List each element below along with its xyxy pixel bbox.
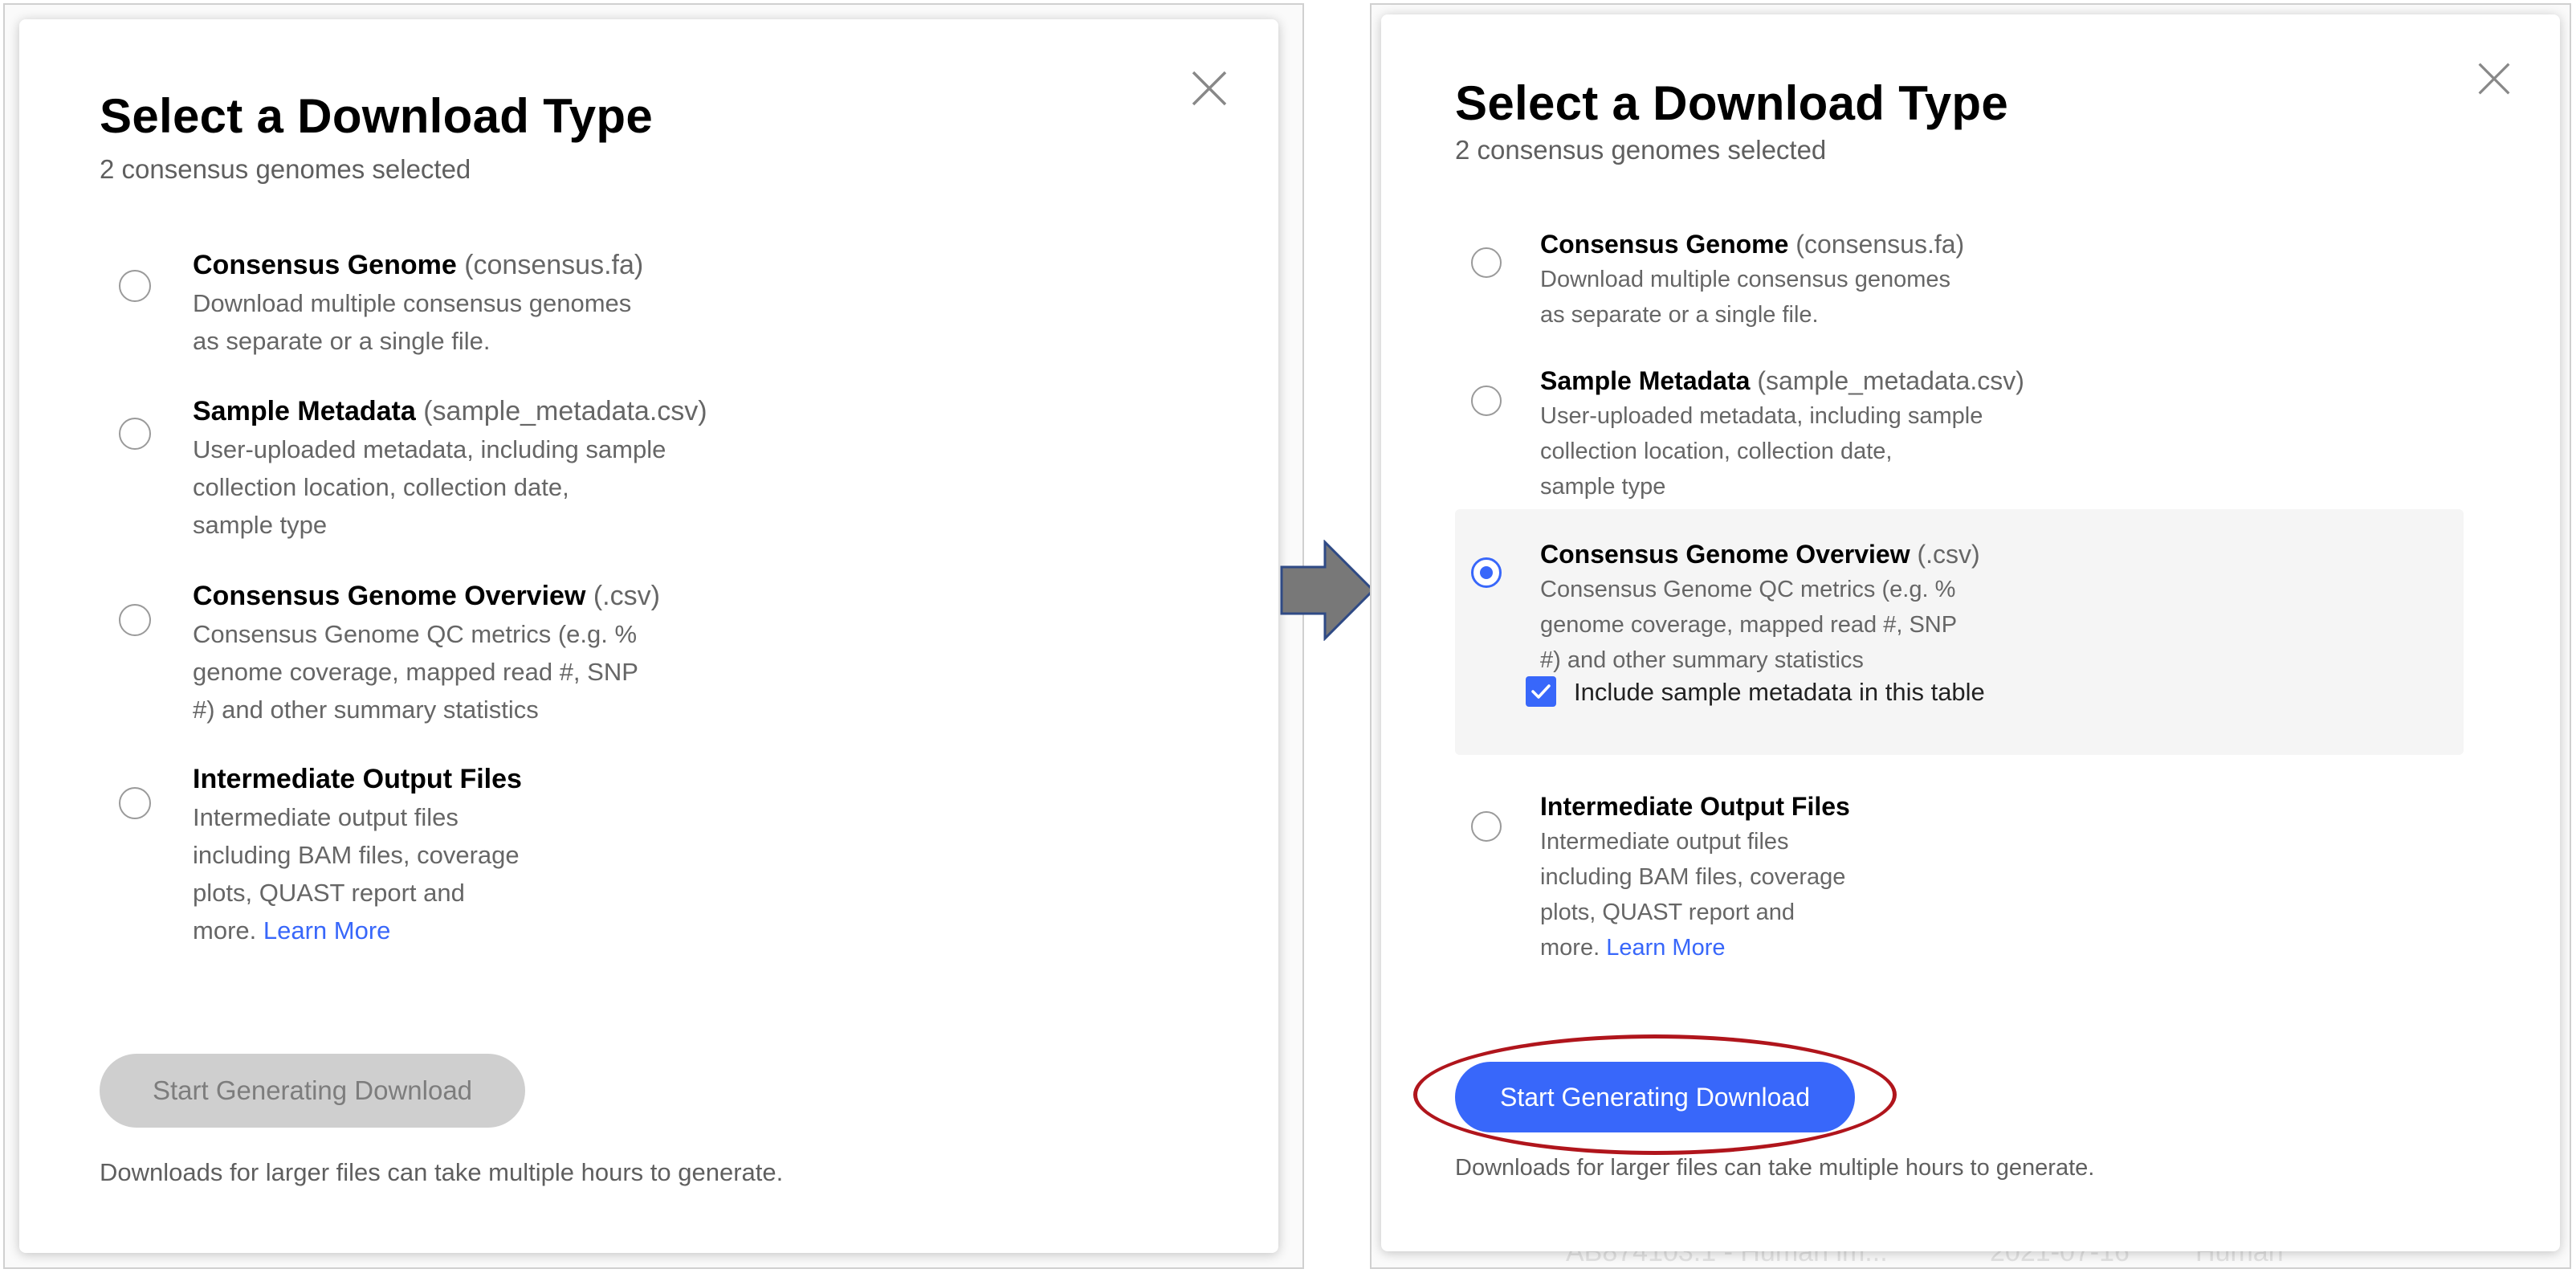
radio-button-selected[interactable] bbox=[1471, 557, 1502, 588]
option-description: User-uploaded metadata, including sample… bbox=[1540, 403, 1983, 464]
option-description: sample type bbox=[193, 511, 328, 539]
option-title: Consensus Genome Overview (.csv) bbox=[1540, 540, 1980, 569]
close-icon[interactable] bbox=[2476, 61, 2512, 96]
option-description: more. Learn More bbox=[1540, 935, 1726, 961]
option-title: Intermediate Output Files bbox=[1540, 792, 1850, 821]
start-generating-download-button[interactable]: Start Generating Download bbox=[100, 1054, 525, 1128]
option-text: Consensus Genome (consensus.fa) Download… bbox=[1540, 226, 1964, 333]
option-text: Intermediate Output Files Intermediate o… bbox=[1540, 789, 1850, 965]
radio-button[interactable] bbox=[119, 787, 151, 819]
learn-more-link[interactable]: Learn More bbox=[1606, 935, 1725, 961]
option-text: Consensus Genome Overview (.csv) Consens… bbox=[1540, 537, 1980, 678]
option-description: sample type bbox=[1540, 474, 1666, 500]
radio-button[interactable] bbox=[1471, 247, 1502, 278]
download-time-note: Downloads for larger files can take mult… bbox=[1455, 1155, 2095, 1181]
option-title: Sample Metadata (sample_metadata.csv) bbox=[1540, 366, 2024, 395]
include-metadata-checkbox[interactable] bbox=[1526, 676, 1556, 707]
modal-subtitle: 2 consensus genomes selected bbox=[100, 154, 471, 184]
modal-subtitle: 2 consensus genomes selected bbox=[1455, 135, 1827, 165]
option-description: #) and other summary statistics bbox=[1540, 647, 1864, 673]
option-text: Intermediate Output Files Intermediate o… bbox=[193, 760, 522, 949]
option-description: User-uploaded metadata, including sample… bbox=[193, 435, 666, 501]
option-text: Sample Metadata (sample_metadata.csv) Us… bbox=[193, 392, 707, 544]
download-time-note: Downloads for larger files can take mult… bbox=[100, 1158, 784, 1186]
option-description: more. Learn More bbox=[193, 916, 391, 945]
option-text: Consensus Genome Overview (.csv) Consens… bbox=[193, 577, 660, 728]
start-generating-download-button[interactable]: Start Generating Download bbox=[1455, 1062, 1855, 1132]
modal-title: Select a Download Type bbox=[1455, 76, 2008, 130]
check-icon bbox=[1531, 684, 1551, 699]
radio-button[interactable] bbox=[1471, 386, 1502, 416]
option-description: Download multiple consensus genomes as s… bbox=[193, 289, 632, 355]
right-download-modal: Select a Download Type 2 consensus genom… bbox=[1381, 14, 2560, 1251]
option-title: Intermediate Output Files bbox=[193, 764, 522, 794]
radio-button[interactable] bbox=[119, 270, 151, 302]
learn-more-link[interactable]: Learn More bbox=[263, 916, 391, 945]
option-description: Intermediate output files including BAM … bbox=[1540, 829, 1846, 925]
modal-title: Select a Download Type bbox=[100, 89, 653, 143]
option-description: Consensus Genome QC metrics (e.g. % geno… bbox=[193, 620, 638, 686]
option-title: Consensus Genome Overview (.csv) bbox=[193, 581, 660, 611]
option-text: Sample Metadata (sample_metadata.csv) Us… bbox=[1540, 363, 2024, 504]
option-text: Consensus Genome (consensus.fa) Download… bbox=[193, 246, 643, 360]
option-description: Consensus Genome QC metrics (e.g. % geno… bbox=[1540, 577, 1958, 638]
option-description: Intermediate output files including BAM … bbox=[193, 803, 520, 907]
radio-button[interactable] bbox=[119, 604, 151, 636]
option-title: Consensus Genome (consensus.fa) bbox=[193, 250, 644, 280]
left-download-modal: Select a Download Type 2 consensus genom… bbox=[19, 19, 1278, 1253]
option-title: Sample Metadata (sample_metadata.csv) bbox=[193, 396, 707, 426]
radio-button[interactable] bbox=[1471, 811, 1502, 842]
option-description: Download multiple consensus genomes as s… bbox=[1540, 267, 1951, 328]
include-metadata-label: Include sample metadata in this table bbox=[1574, 678, 1985, 706]
radio-button[interactable] bbox=[119, 418, 151, 450]
close-icon[interactable] bbox=[1190, 69, 1229, 108]
option-title: Consensus Genome (consensus.fa) bbox=[1540, 230, 1965, 259]
right-arrow-icon bbox=[1280, 539, 1376, 642]
option-description: #) and other summary statistics bbox=[193, 696, 539, 724]
